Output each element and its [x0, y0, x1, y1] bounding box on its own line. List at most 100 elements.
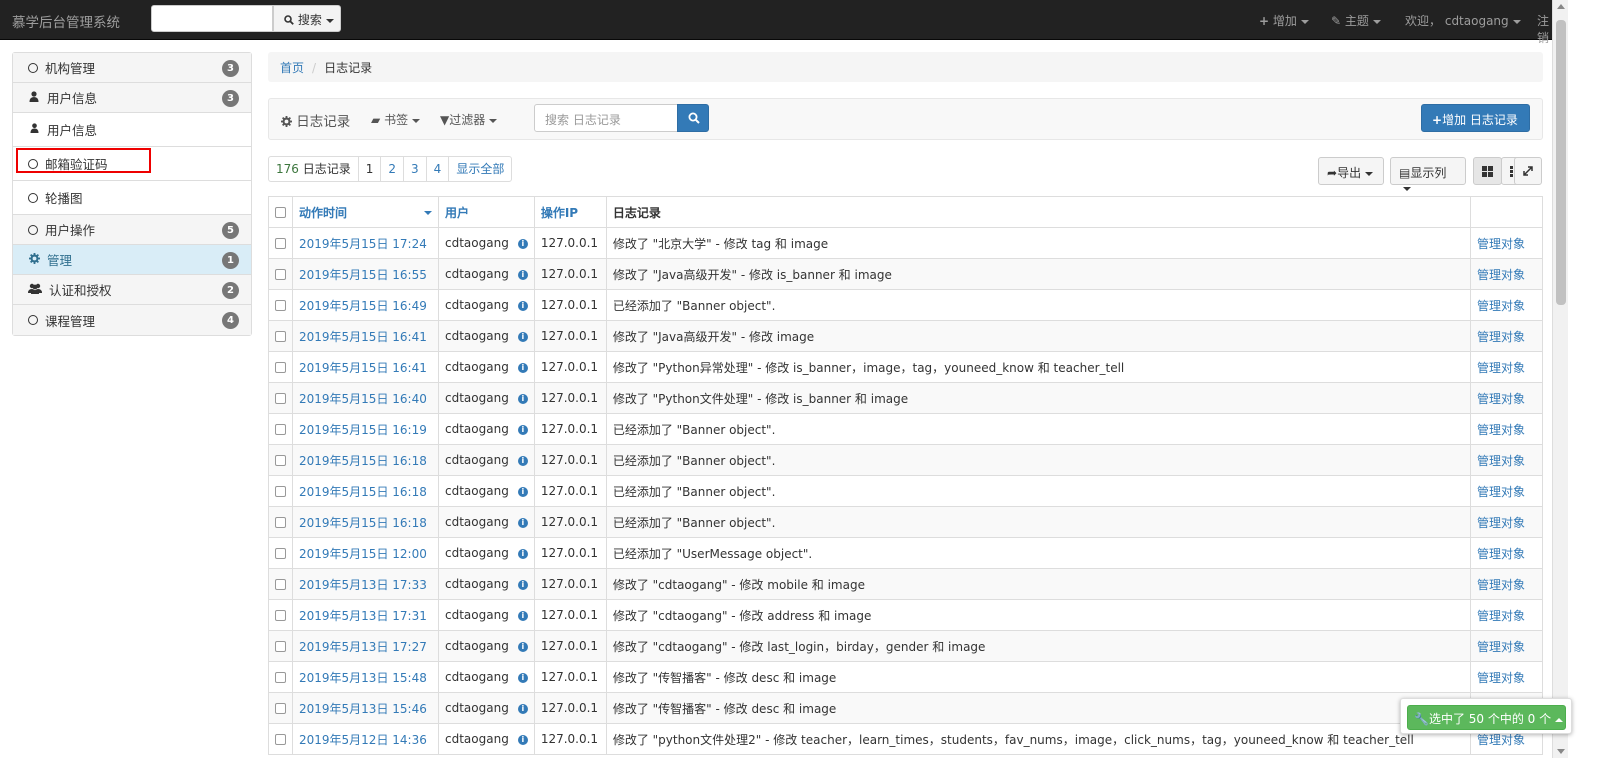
info-icon[interactable]: i	[517, 362, 528, 373]
info-icon[interactable]: i	[517, 672, 528, 683]
fullscreen-button[interactable]	[1514, 157, 1542, 185]
row-checkbox[interactable]	[275, 300, 286, 311]
manage-object-link[interactable]: 管理对象	[1477, 299, 1525, 313]
time-link[interactable]: 2019年5月15日 16:18	[299, 454, 427, 468]
grid-view-button[interactable]	[1473, 157, 1502, 185]
list-search-button[interactable]	[677, 104, 709, 132]
row-checkbox[interactable]	[275, 548, 286, 559]
filters-menu[interactable]: ▼过滤器	[440, 111, 498, 128]
time-link[interactable]: 2019年5月15日 17:24	[299, 237, 427, 251]
header-ip[interactable]: 操作IP	[533, 196, 607, 228]
sidebar-item-email-verify[interactable]: 邮箱验证码	[13, 147, 251, 181]
info-icon[interactable]: i	[517, 424, 528, 435]
row-checkbox[interactable]	[275, 517, 286, 528]
page-link[interactable]: 2	[380, 157, 403, 181]
sidebar-item-auth[interactable]: 认证和授权 2	[13, 275, 251, 305]
manage-object-link[interactable]: 管理对象	[1477, 237, 1525, 251]
time-link[interactable]: 2019年5月13日 17:27	[299, 640, 427, 654]
row-checkbox[interactable]	[275, 424, 286, 435]
time-link[interactable]: 2019年5月12日 14:36	[299, 733, 427, 747]
row-checkbox[interactable]	[275, 393, 286, 404]
add-menu[interactable]: + 增加	[1259, 12, 1309, 29]
manage-object-link[interactable]: 管理对象	[1477, 485, 1525, 499]
add-log-button[interactable]: +增加 日志记录	[1421, 104, 1530, 132]
manage-object-link[interactable]: 管理对象	[1477, 733, 1525, 747]
info-icon[interactable]: i	[517, 548, 528, 559]
time-link[interactable]: 2019年5月15日 12:00	[299, 547, 427, 561]
info-icon[interactable]: i	[517, 641, 528, 652]
info-icon[interactable]: i	[517, 734, 528, 745]
manage-object-link[interactable]: 管理对象	[1477, 268, 1525, 282]
selection-actions-button[interactable]: 🔧选中了 50 个中的 0 个	[1407, 705, 1566, 730]
brand-title[interactable]: 慕学后台管理系统	[12, 11, 120, 31]
info-icon[interactable]: i	[517, 579, 528, 590]
row-checkbox[interactable]	[275, 486, 286, 497]
select-all-checkbox[interactable]	[275, 207, 286, 218]
time-link[interactable]: 2019年5月15日 16:40	[299, 392, 427, 406]
row-checkbox[interactable]	[275, 641, 286, 652]
show-all-link[interactable]: 显示全部	[448, 157, 511, 181]
row-checkbox[interactable]	[275, 734, 286, 745]
manage-object-link[interactable]: 管理对象	[1477, 578, 1525, 592]
manage-object-link[interactable]: 管理对象	[1477, 423, 1525, 437]
theme-menu[interactable]: ✎ 主题	[1331, 12, 1381, 29]
bookmarks-menu[interactable]: ▰ 书签	[371, 111, 421, 128]
sidebar-item-course[interactable]: 课程管理 4	[13, 305, 251, 335]
row-checkbox[interactable]	[275, 579, 286, 590]
row-checkbox[interactable]	[275, 238, 286, 249]
sidebar-item-banner[interactable]: 轮播图	[13, 181, 251, 215]
time-link[interactable]: 2019年5月15日 16:19	[299, 423, 427, 437]
page-link[interactable]: 3	[403, 157, 426, 181]
time-link[interactable]: 2019年5月13日 15:46	[299, 702, 427, 716]
breadcrumb-home[interactable]: 首页	[280, 61, 304, 75]
time-link[interactable]: 2019年5月15日 16:41	[299, 361, 427, 375]
row-checkbox[interactable]	[275, 703, 286, 714]
sidebar-item-manage[interactable]: 管理 1	[13, 245, 251, 275]
info-icon[interactable]: i	[517, 331, 528, 342]
info-icon[interactable]: i	[517, 300, 528, 311]
scroll-down-icon[interactable]	[1557, 749, 1565, 754]
sidebar-item-userinfo[interactable]: 用户信息	[13, 113, 251, 147]
manage-object-link[interactable]: 管理对象	[1477, 516, 1525, 530]
time-link[interactable]: 2019年5月15日 16:18	[299, 485, 427, 499]
row-checkbox[interactable]	[275, 610, 286, 621]
page-link[interactable]: 1	[357, 157, 381, 181]
info-icon[interactable]: i	[517, 610, 528, 621]
header-user[interactable]: 用户	[438, 196, 535, 228]
row-checkbox[interactable]	[275, 362, 286, 373]
manage-object-link[interactable]: 管理对象	[1477, 609, 1525, 623]
page-scrollbar[interactable]	[1552, 0, 1568, 758]
info-icon[interactable]: i	[517, 269, 528, 280]
sidebar-item-userinfo-group[interactable]: 用户信息 3	[13, 83, 251, 113]
info-icon[interactable]: i	[517, 455, 528, 466]
sidebar-item-org[interactable]: 机构管理 3	[13, 53, 251, 83]
row-checkbox[interactable]	[275, 455, 286, 466]
manage-object-link[interactable]: 管理对象	[1477, 330, 1525, 344]
scrollbar-thumb[interactable]	[1556, 20, 1566, 305]
manage-object-link[interactable]: 管理对象	[1477, 361, 1525, 375]
manage-object-link[interactable]: 管理对象	[1477, 547, 1525, 561]
time-link[interactable]: 2019年5月15日 16:18	[299, 516, 427, 530]
page-link[interactable]: 4	[425, 157, 449, 181]
info-icon[interactable]: i	[517, 238, 528, 249]
global-search-input[interactable]	[151, 5, 273, 32]
time-link[interactable]: 2019年5月15日 16:49	[299, 299, 427, 313]
user-menu[interactable]: 欢迎， cdtaogang	[1405, 12, 1521, 29]
info-icon[interactable]: i	[517, 703, 528, 714]
time-link[interactable]: 2019年5月15日 16:55	[299, 268, 427, 282]
info-icon[interactable]: i	[517, 517, 528, 528]
global-search-button[interactable]: 搜索	[273, 5, 341, 32]
info-icon[interactable]: i	[517, 393, 528, 404]
scroll-up-icon[interactable]	[1557, 4, 1565, 9]
row-checkbox[interactable]	[275, 269, 286, 280]
time-link[interactable]: 2019年5月13日 17:31	[299, 609, 427, 623]
row-checkbox[interactable]	[275, 331, 286, 342]
sidebar-item-user-operation[interactable]: 用户操作 5	[13, 215, 251, 245]
manage-object-link[interactable]: 管理对象	[1477, 671, 1525, 685]
time-link[interactable]: 2019年5月13日 17:33	[299, 578, 427, 592]
list-search-input[interactable]: 搜索 日志记录	[534, 104, 678, 132]
header-action-time[interactable]: 动作时间	[292, 196, 439, 228]
manage-object-link[interactable]: 管理对象	[1477, 392, 1525, 406]
row-checkbox[interactable]	[275, 672, 286, 683]
time-link[interactable]: 2019年5月15日 16:41	[299, 330, 427, 344]
